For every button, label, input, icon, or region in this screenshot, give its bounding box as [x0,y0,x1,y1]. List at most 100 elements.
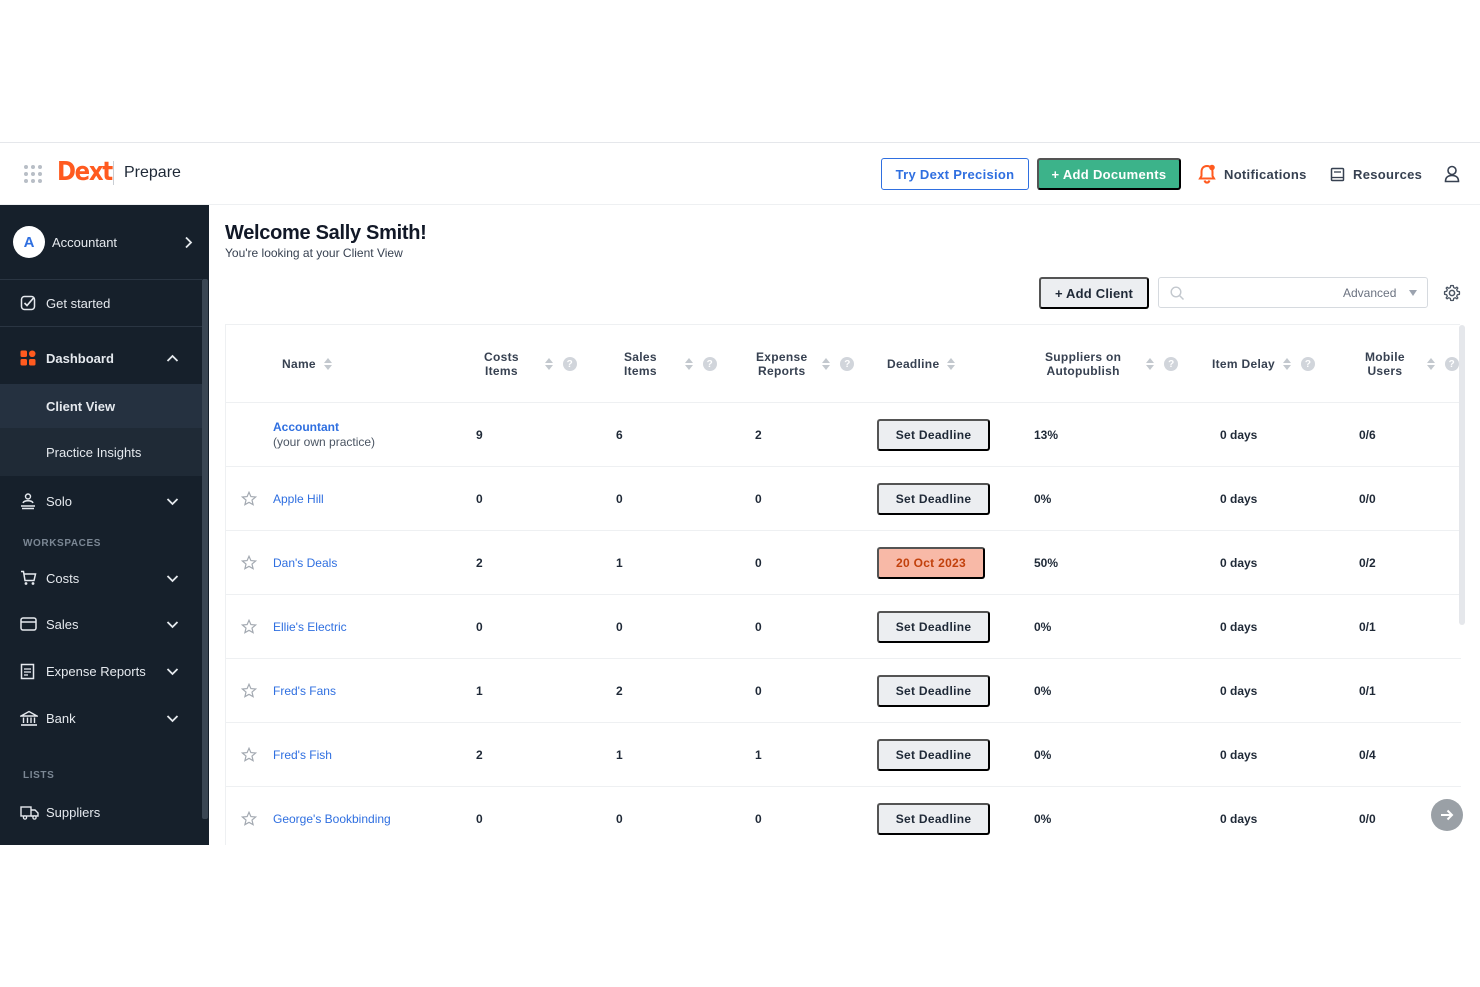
resources-link[interactable]: Resources [1330,158,1422,190]
costs-items-cell: 2 [476,747,483,762]
table-row[interactable]: Fred's Fans 1 2 0 Set Deadline 0% 0 days… [226,659,1461,723]
sidebar-item-practice-insights[interactable]: Practice Insights [0,428,202,476]
top-bar: Dext Prepare Try Dext Precision + Add Do… [0,143,1480,205]
sales-items-cell: 1 [616,747,623,762]
sort-icon[interactable] [822,358,831,370]
deadline-cell: Set Deadline [877,723,990,786]
table-row[interactable]: Apple Hill 0 0 0 Set Deadline 0% 0 days … [226,467,1461,531]
sort-icon[interactable] [323,358,332,370]
sort-icon[interactable] [1146,358,1155,370]
set-deadline-button[interactable]: Set Deadline [877,738,990,771]
sidebar-scrollbar[interactable] [202,279,208,819]
checkbox-icon [20,295,36,311]
sidebar-item-sales[interactable]: Sales [0,601,202,647]
expense-reports-cell: 0 [755,491,762,506]
page-subtitle: You're looking at your Client View [225,246,403,260]
solo-icon [20,492,36,510]
app-switcher-icon[interactable] [24,165,42,183]
sidebar-item-solo[interactable]: Solo [0,478,202,524]
sidebar-item-get-started[interactable]: Get started [0,280,202,326]
deadline-date-button[interactable]: 20 Oct 2023 [877,546,985,579]
column-header-item-delay[interactable]: Item Delay? [1212,325,1316,403]
sort-icon[interactable] [684,358,693,370]
column-header-expense-reports[interactable]: Expense Reports ? [756,325,855,403]
try-dext-precision-button[interactable]: Try Dext Precision [881,158,1029,190]
client-link[interactable]: Fred's Fish [273,748,332,762]
expense-reports-cell: 0 [755,619,762,634]
sidebar-item-bank[interactable]: Bank [0,695,202,741]
column-header-deadline[interactable]: Deadline [887,325,956,403]
column-header-mobile-users[interactable]: Mobile Users ? [1365,325,1459,403]
sidebar-item-label: Client View [46,398,116,414]
star-icon[interactable] [241,811,257,827]
receipt-icon [20,663,35,680]
client-link[interactable]: Fred's Fans [273,684,336,698]
help-icon[interactable]: ? [1444,357,1459,371]
suppliers-autopublish-cell: 0% [1034,619,1052,634]
gear-icon[interactable] [1443,284,1461,302]
item-delay-cell: 0 days [1220,619,1258,634]
help-icon[interactable]: ? [562,357,577,371]
resources-label: Resources [1353,166,1423,182]
column-header-suppliers-autopublish[interactable]: Suppliers on Autopublish ? [1045,325,1179,403]
table-row[interactable]: Fred's Fish 2 1 1 Set Deadline 0% 0 days… [226,723,1461,787]
deadline-cell: 20 Oct 2023 [877,531,985,594]
table-scrollbar[interactable] [1459,325,1465,625]
sort-icon[interactable] [947,358,956,370]
help-icon[interactable]: ? [840,357,855,371]
table-row[interactable]: Dan's Deals 2 1 0 20 Oct 2023 50% 0 days… [226,531,1461,595]
brand-logo[interactable]: Dext [57,157,113,187]
star-icon[interactable] [241,683,257,699]
set-deadline-button[interactable]: Set Deadline [877,802,990,835]
table-row[interactable]: Ellie's Electric 0 0 0 Set Deadline 0% 0… [226,595,1461,659]
set-deadline-button[interactable]: Set Deadline [877,674,990,707]
chevron-up-icon [166,354,179,363]
suppliers-autopublish-cell: 50% [1034,555,1059,570]
sort-icon[interactable] [1426,358,1435,370]
star-icon[interactable] [241,555,257,571]
table-row-own-practice[interactable]: Accountant (your own practice) 9 6 2 Set… [226,403,1461,467]
sidebar-item-client-view[interactable]: Client View [0,384,202,428]
star-icon[interactable] [241,491,257,507]
user-profile-icon[interactable] [1444,165,1460,183]
caret-down-icon[interactable] [1409,290,1417,296]
client-link[interactable]: Accountant [273,420,339,435]
notifications-link[interactable]: Notifications [1198,158,1307,190]
column-header-costs-items[interactable]: Costs Items ? [484,325,577,403]
client-link[interactable]: Dan's Deals [273,556,337,570]
costs-items-cell: 2 [476,555,483,570]
star-icon[interactable] [241,747,257,763]
add-client-button[interactable]: + Add Client [1039,277,1149,309]
column-header-sales-items[interactable]: Sales Items ? [624,325,717,403]
sidebar-item-costs[interactable]: Costs [0,555,202,601]
table-header: Name Costs Items ? Sales Items ? Expense Re… [226,325,1461,403]
client-link[interactable]: Apple Hill [273,492,324,506]
sidebar-divider [0,326,202,327]
item-delay-cell: 0 days [1220,491,1258,506]
scroll-right-button[interactable] [1431,799,1463,831]
client-link[interactable]: Ellie's Electric [273,620,347,634]
table-row[interactable]: George's Bookbinding 0 0 0 Set Deadline … [226,787,1461,845]
account-name: Accountant [52,234,118,250]
help-icon[interactable]: ? [702,357,717,371]
set-deadline-button[interactable]: Set Deadline [877,482,990,515]
set-deadline-button[interactable]: Set Deadline [877,610,990,643]
sidebar-item-dashboard[interactable]: Dashboard [0,335,202,381]
sidebar-item-label: Solo [46,493,73,509]
help-icon[interactable]: ? [1164,357,1179,371]
column-header-name[interactable]: Name [282,325,332,403]
sidebar-account-switcher[interactable]: A Accountant [0,205,202,279]
mobile-users-cell: 0/0 [1359,811,1376,826]
set-deadline-button[interactable]: Set Deadline [877,418,990,451]
advanced-search-label[interactable]: Advanced [1343,286,1396,300]
expense-reports-cell: 1 [755,747,762,762]
sidebar-item-expense-reports[interactable]: Expense Reports [0,647,202,695]
help-icon[interactable]: ? [1301,357,1316,371]
sidebar-item-suppliers[interactable]: Suppliers [0,789,202,835]
star-icon[interactable] [241,619,257,635]
add-documents-button[interactable]: + Add Documents [1037,158,1181,190]
client-link[interactable]: George's Bookbinding [273,812,391,826]
sort-icon[interactable] [544,358,553,370]
search-input[interactable] [1191,284,1331,302]
sort-icon[interactable] [1283,358,1292,370]
